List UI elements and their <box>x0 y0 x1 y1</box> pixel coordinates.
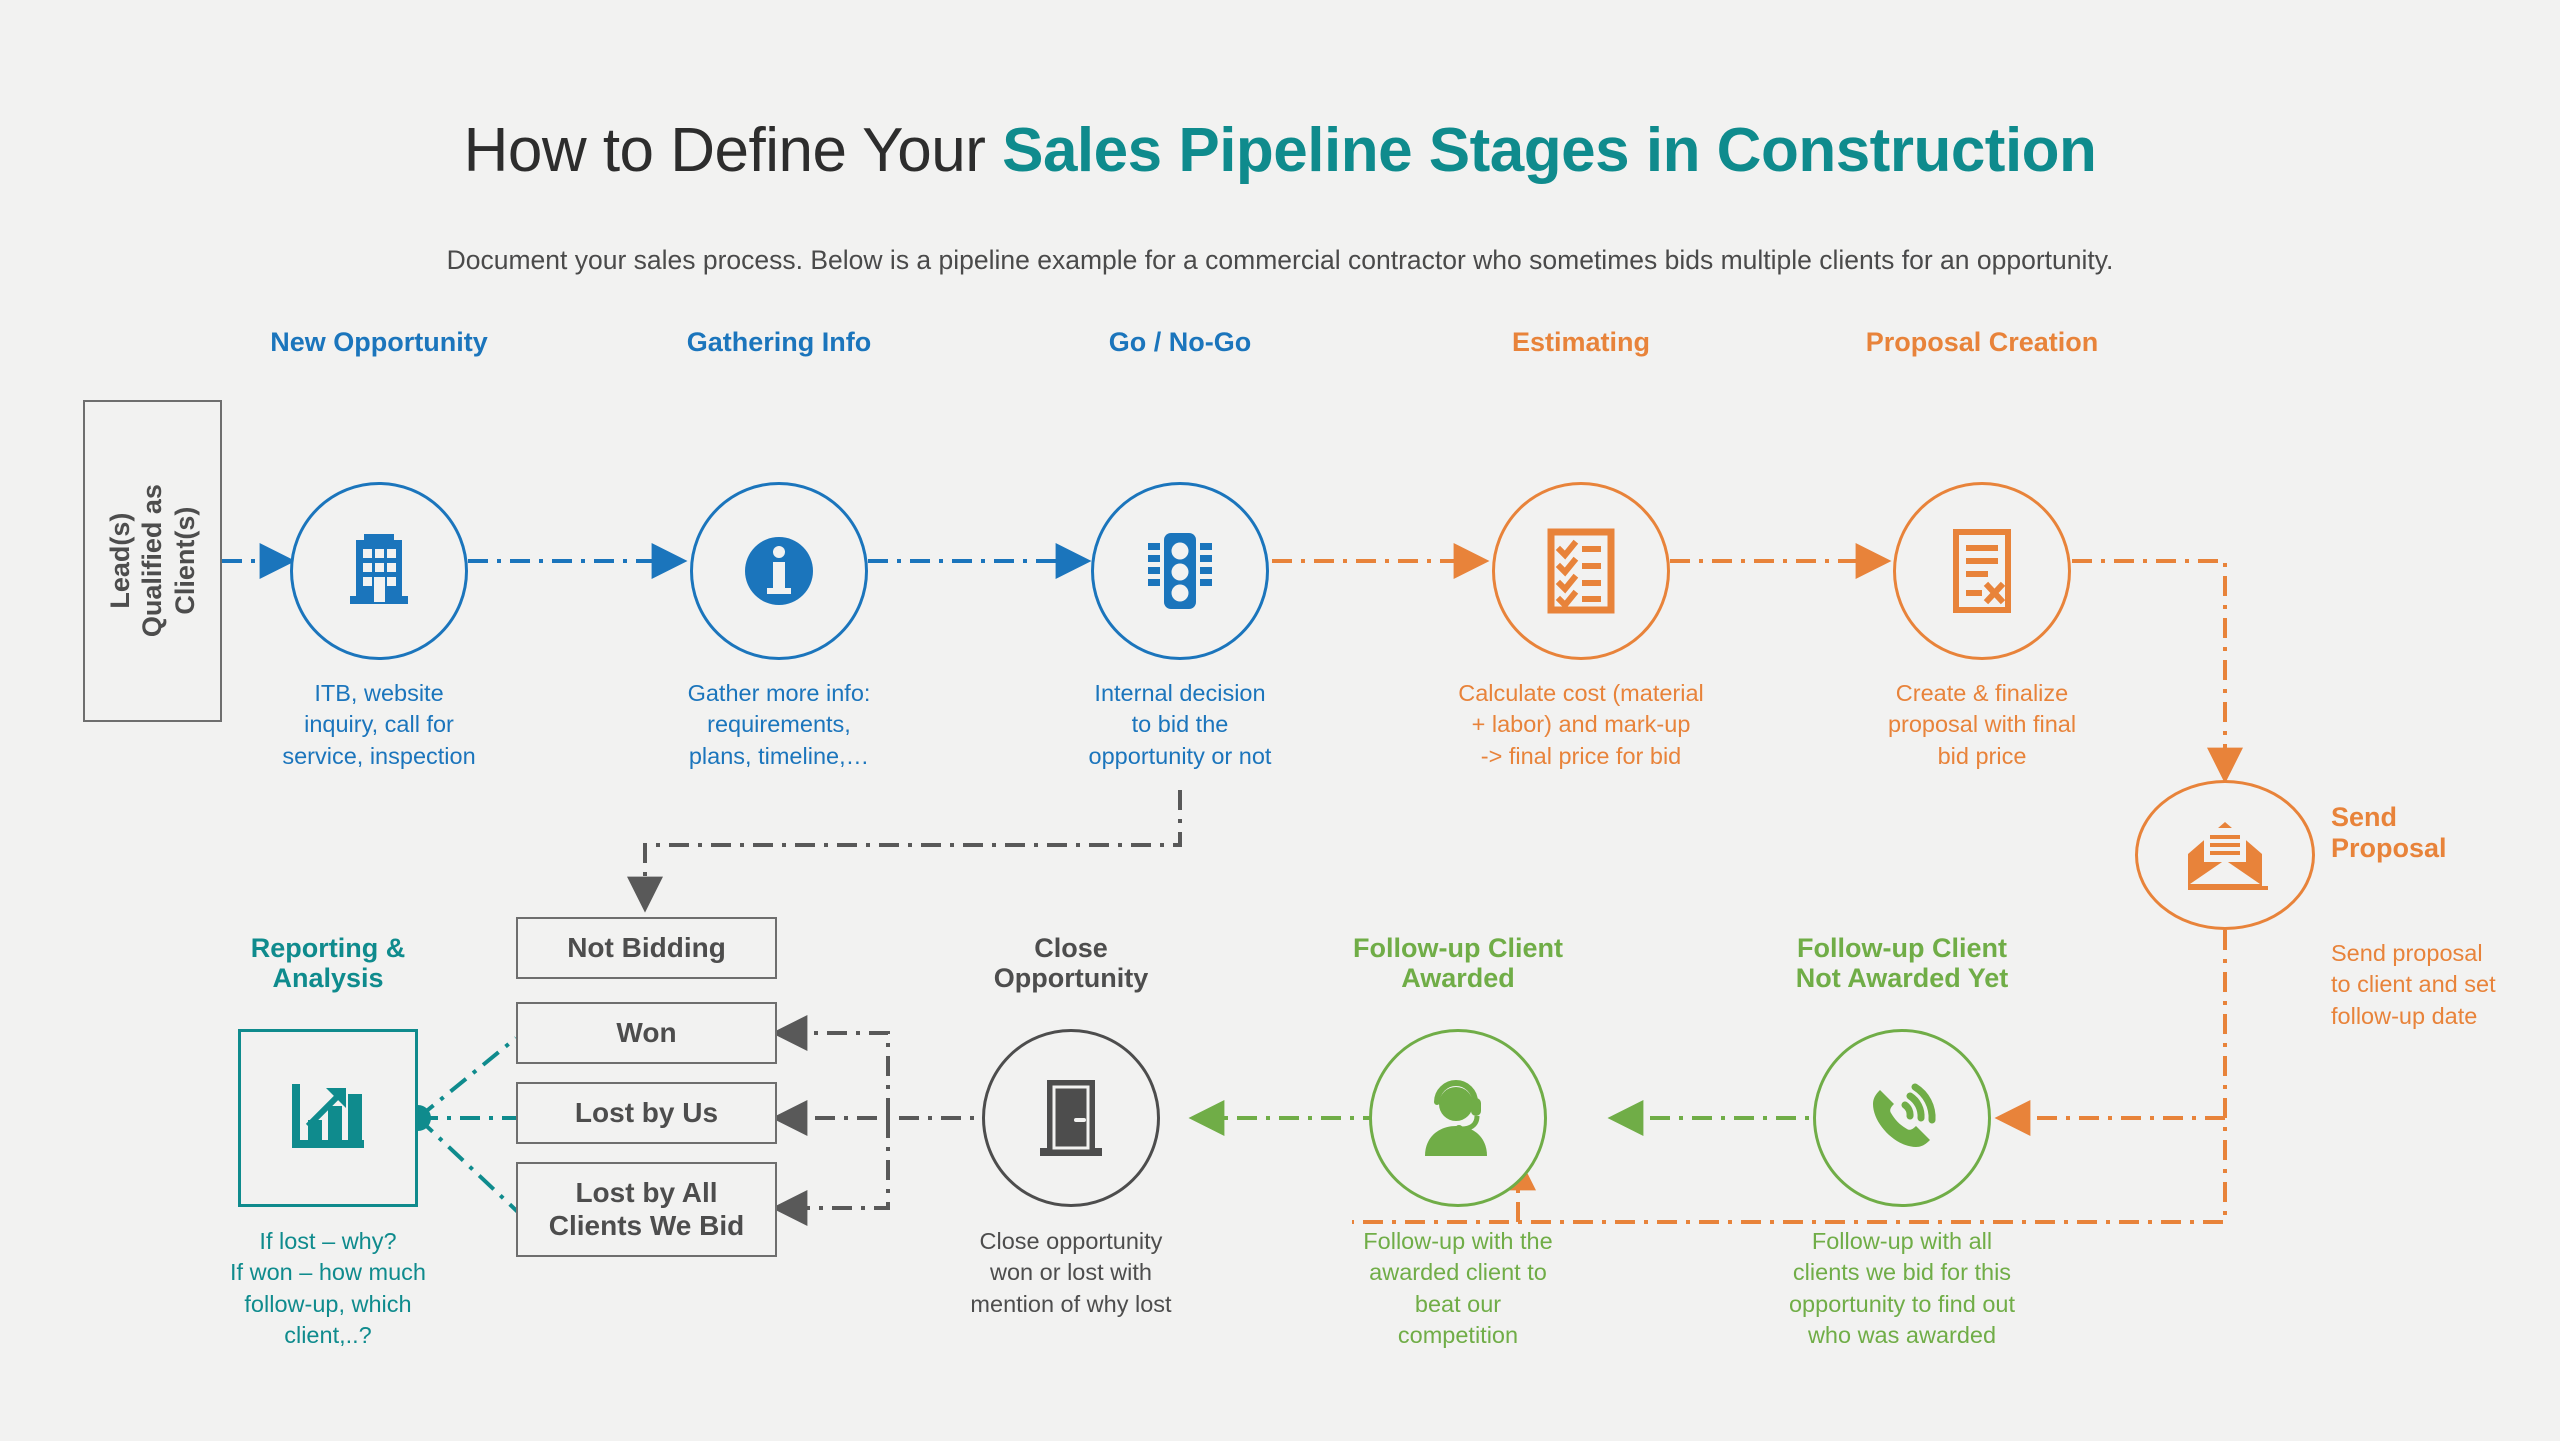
stage-proposal-creation[interactable]: Proposal Creation Create & finalize propo… <box>1866 327 2099 769</box>
page-subtitle: Document your sales process. Below is a … <box>446 245 2114 275</box>
stage-description: Internal decision to bid the opportunity o… <box>1088 680 1272 769</box>
stage-label: Proposal Creation <box>1865 327 2099 357</box>
stage-label: Gathering Info <box>686 327 872 357</box>
stage-label: Follow-up Client Not Awarded Yet <box>1795 933 2009 994</box>
stage-estimating[interactable]: Estimating Calculate cost (material + la… <box>1458 327 1704 769</box>
result-box-label: Won <box>616 1016 677 1048</box>
stage-send-proposal[interactable]: Send Proposal Send proposal to client and … <box>2135 780 2496 1029</box>
stage-circle[interactable] <box>1091 482 1269 660</box>
stage-circle[interactable] <box>982 1029 1160 1207</box>
result-box-not-bidding[interactable]: Not Bidding <box>516 917 777 979</box>
stage-square[interactable] <box>238 1029 418 1207</box>
result-box-label: Not Bidding <box>567 931 726 963</box>
title-accent: Sales Pipeline Stages in Construction <box>1002 116 2097 185</box>
stage-circle[interactable] <box>1369 1029 1547 1207</box>
info-circle-icon <box>745 537 813 605</box>
stage-circle[interactable] <box>1492 482 1670 660</box>
door-icon <box>1040 1080 1102 1156</box>
stage-circle[interactable] <box>2135 780 2315 930</box>
office-building-icon <box>350 534 408 604</box>
infographic-canvas: How to Define Your Sales Pipeline Stages… <box>0 0 2560 1441</box>
stage-follow-up-not-awarded[interactable]: Follow-up Client Not Awarded Yet Follow-u… <box>1789 933 2015 1348</box>
stage-description: Gather more info: requirements, plans, tim… <box>687 680 871 769</box>
headset-agent-icon <box>1425 1080 1487 1156</box>
stage-description: Close opportunity won or lost with mention… <box>970 1228 1172 1317</box>
document-signed-icon <box>1953 529 2011 613</box>
stage-description: ITB, website inquiry, call for service, in… <box>282 680 476 769</box>
stage-description: If lost – why? If won – how much follow-up… <box>230 1228 426 1348</box>
stage-label: New Opportunity <box>270 327 488 357</box>
page-title: How to Define Your Sales Pipeline Stages… <box>0 118 2560 183</box>
result-box-lost-by-us[interactable]: Lost by Us <box>516 1082 777 1144</box>
checklist-clipboard-icon <box>1547 528 1615 614</box>
stage-description: Follow-up with the awarded client to beat … <box>1363 1228 1553 1348</box>
lead-qualified-label: Lead(s) Qualified as Client(s) <box>104 484 200 638</box>
stage-circle[interactable] <box>1893 482 2071 660</box>
stage-circle[interactable] <box>690 482 868 660</box>
stage-description: Follow-up with all clients we bid for thi… <box>1788 1228 2016 1348</box>
stage-circle[interactable] <box>290 482 468 660</box>
stage-label: Reporting & Analysis <box>250 933 406 994</box>
result-box-lost-by-all[interactable]: Lost by All Clients We Bid <box>516 1162 777 1257</box>
stage-follow-up-awarded[interactable]: Follow-up Client Awarded Follow-up with t… <box>1353 933 1563 1348</box>
stage-close-opportunity[interactable]: Close Opportunity Close opportunity won or… <box>970 933 1171 1317</box>
stage-label: Close Opportunity <box>993 933 1149 994</box>
open-envelope-icon <box>2188 822 2268 890</box>
stage-go-no-go[interactable]: Go / No-Go Internal decision to bid the op… <box>1089 327 1272 769</box>
stage-label: Go / No-Go <box>1108 327 1252 357</box>
result-box-won[interactable]: Won <box>516 1002 777 1064</box>
stage-new-opportunity[interactable]: New Opportunity ITB, website inquiry, cal… <box>270 327 488 769</box>
stage-label: Send Proposal <box>2331 802 2447 864</box>
stage-circle[interactable] <box>1813 1029 1991 1207</box>
stage-description: Calculate cost (material + labor) and mar… <box>1458 680 1704 769</box>
title-plain: How to Define Your <box>463 116 1003 185</box>
bar-chart-growth-icon <box>292 1084 364 1148</box>
traffic-light-icon <box>1148 533 1212 609</box>
stage-reporting-analysis[interactable]: Reporting & Analysis If lost – why? If won… <box>230 933 426 1348</box>
stage-gathering-info[interactable]: Gathering Info Gather more info: requirem… <box>687 327 872 769</box>
lead-qualified-box: Lead(s) Qualified as Client(s) <box>83 400 222 722</box>
stage-label: Estimating <box>1511 327 1651 357</box>
result-box-label: Lost by All Clients We Bid <box>548 1177 745 1241</box>
result-box-label: Lost by Us <box>574 1096 719 1128</box>
stage-description: Create & finalize proposal with final bid … <box>1887 680 2077 769</box>
stage-description: Send proposal to client and set follow-up … <box>2331 940 2496 1029</box>
stage-label: Follow-up Client Awarded <box>1353 933 1563 994</box>
phone-ringing-icon <box>1873 1083 1936 1147</box>
